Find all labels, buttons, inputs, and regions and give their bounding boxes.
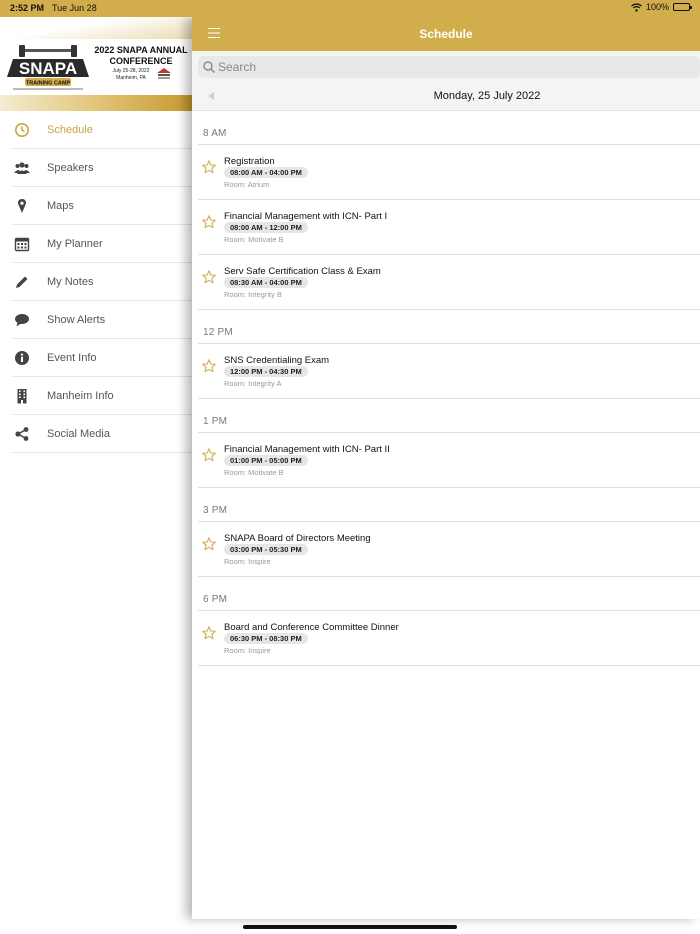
favorite-star-icon[interactable] xyxy=(202,359,216,373)
organization-logo-icon xyxy=(157,68,171,79)
time-section-label: 12 PM xyxy=(203,327,233,338)
session-title: Financial Management with ICN- Part I xyxy=(224,211,388,222)
current-date-label: Monday, 25 July 2022 xyxy=(433,90,541,102)
sidebar-item-my-notes[interactable]: My Notes xyxy=(0,263,192,301)
sidebar-item-label: Maps xyxy=(47,200,74,212)
sidebar-item-label: Show Alerts xyxy=(47,314,106,326)
session-room: Room: Inspire xyxy=(224,557,271,566)
time-section-header: 1 PM xyxy=(192,399,700,433)
sidebar-item-label: Speakers xyxy=(47,162,94,174)
sidebar-item-event-info[interactable]: Event Info xyxy=(0,339,192,377)
sidebar-item-schedule[interactable]: Schedule xyxy=(0,111,192,149)
session-room: Room: Atrium xyxy=(224,180,270,189)
share-icon xyxy=(14,426,30,442)
time-section-header: 12 PM xyxy=(192,310,700,344)
sidebar-item-manheim-info[interactable]: Manheim Info xyxy=(0,377,192,415)
clock-icon xyxy=(14,122,30,138)
logo-text: SNAPA xyxy=(19,59,77,78)
session-time-badge: 08:00 AM - 12:00 PM xyxy=(224,222,308,233)
favorite-star-icon[interactable] xyxy=(202,160,216,174)
time-section-label: 8 AM xyxy=(203,128,227,139)
status-time: 2:52 PM xyxy=(10,3,45,13)
map-pin-icon xyxy=(14,198,30,214)
session-time-badge: 06:30 PM - 08:30 PM xyxy=(224,633,308,644)
session-time-badge: 01:00 PM - 05:00 PM xyxy=(224,455,308,466)
session-row[interactable]: SNS Credentialing Exam 12:00 PM - 04:30 P… xyxy=(192,344,700,399)
session-room: Room: Integrity A xyxy=(224,379,282,388)
snapa-logo-icon: SNAPA TRAINING CAMP xyxy=(7,45,89,90)
sidebar-item-show-alerts[interactable]: Show Alerts xyxy=(0,301,192,339)
favorite-star-icon[interactable] xyxy=(202,270,216,284)
session-time-badge: 08:30 AM - 04:00 PM xyxy=(224,277,308,288)
favorite-star-icon[interactable] xyxy=(202,215,216,229)
search-icon xyxy=(203,61,215,73)
building-icon xyxy=(14,388,30,404)
session-title: Board and Conference Committee Dinner xyxy=(224,622,399,633)
home-indicator[interactable] xyxy=(243,925,457,929)
sidebar-item-label: My Planner xyxy=(47,238,103,250)
pencil-icon xyxy=(14,274,30,290)
logo-subtext: TRAINING CAMP xyxy=(26,81,71,87)
favorite-star-icon[interactable] xyxy=(202,537,216,551)
sidebar-item-social-media[interactable]: Social Media xyxy=(0,415,192,453)
sidebar-item-maps[interactable]: Maps xyxy=(0,187,192,225)
sidebar-nav: Schedule Speakers Maps My Planner My Notes Sh… xyxy=(0,111,192,453)
session-row[interactable]: SNAPA Board of Directors Meeting 03:00 PM… xyxy=(192,522,700,577)
sidebar-item-my-planner[interactable]: My Planner xyxy=(0,225,192,263)
conference-banner: SNAPA TRAINING CAMP 2022 SNAPA ANNUAL CO… xyxy=(0,17,192,111)
nav-bar: Schedule xyxy=(192,17,700,51)
session-time-badge: 03:00 PM - 05:30 PM xyxy=(224,544,308,555)
time-section-label: 1 PM xyxy=(203,416,228,427)
time-section-header: 3 PM xyxy=(192,488,700,522)
sidebar-item-label: Social Media xyxy=(47,428,110,440)
session-row[interactable]: Financial Management with ICN- Part II 01… xyxy=(192,433,700,488)
status-right: 100% xyxy=(631,2,692,12)
search-box[interactable] xyxy=(198,56,700,78)
calendar-icon xyxy=(14,236,30,252)
session-title: SNS Credentialing Exam xyxy=(224,355,330,366)
time-section-label: 6 PM xyxy=(203,594,228,605)
time-section-label: 3 PM xyxy=(203,505,228,516)
session-row[interactable]: Registration 08:00 AM - 04:00 PM Room: Atr… xyxy=(192,145,700,200)
main-panel: Schedule Monday, 25 July 2022 8 AM Regist… xyxy=(192,17,700,919)
time-section-header: 8 AM xyxy=(192,111,700,145)
sidebar-item-label: Schedule xyxy=(47,124,93,136)
session-row[interactable]: Financial Management with ICN- Part I 08:… xyxy=(192,200,700,255)
session-time-badge: 08:00 AM - 04:00 PM xyxy=(224,167,308,178)
session-room: Room: Inspire xyxy=(224,646,271,655)
session-room: Room: Motivate B xyxy=(224,468,284,477)
session-title: Serv Safe Certification Class & Exam xyxy=(224,266,381,277)
session-title: SNAPA Board of Directors Meeting xyxy=(224,533,371,544)
sidebar-item-speakers[interactable]: Speakers xyxy=(0,149,192,187)
schedule-list: 8 AM Registration 08:00 AM - 04:00 PM Room:… xyxy=(192,111,700,666)
people-icon xyxy=(14,160,30,176)
favorite-star-icon[interactable] xyxy=(202,448,216,462)
page-title: Schedule xyxy=(419,27,473,41)
session-title: Financial Management with ICN- Part II xyxy=(224,444,390,455)
session-time-badge: 12:00 PM - 04:30 PM xyxy=(224,366,308,377)
session-room: Room: Motivate B xyxy=(224,235,284,244)
banner-title: 2022 SNAPA ANNUAL CONFERENCE xyxy=(94,45,188,66)
sidebar-item-label: Event Info xyxy=(47,352,97,364)
battery-percent: 100% xyxy=(645,2,669,12)
session-row[interactable]: Serv Safe Certification Class & Exam 08:3… xyxy=(192,255,700,310)
status-bar: 2:52 PM Tue Jun 28 100% xyxy=(0,0,700,17)
battery-icon xyxy=(673,3,692,11)
session-row[interactable]: Board and Conference Committee Dinner 06:… xyxy=(192,611,700,666)
search-input[interactable] xyxy=(218,58,478,76)
favorite-star-icon[interactable] xyxy=(202,626,216,640)
sidebar-item-label: Manheim Info xyxy=(47,390,114,402)
date-navigator: Monday, 25 July 2022 xyxy=(192,81,700,111)
sidebar-item-label: My Notes xyxy=(47,276,94,288)
info-icon xyxy=(14,350,30,366)
search-bar xyxy=(192,51,700,81)
speech-bubble-icon xyxy=(14,312,30,328)
session-room: Room: Integrity B xyxy=(224,290,282,299)
wifi-icon xyxy=(631,2,642,12)
sidebar: SNAPA TRAINING CAMP 2022 SNAPA ANNUAL CO… xyxy=(0,17,192,919)
time-section-header: 6 PM xyxy=(192,577,700,611)
status-date: Tue Jun 28 xyxy=(52,3,97,13)
session-title: Registration xyxy=(224,156,275,167)
